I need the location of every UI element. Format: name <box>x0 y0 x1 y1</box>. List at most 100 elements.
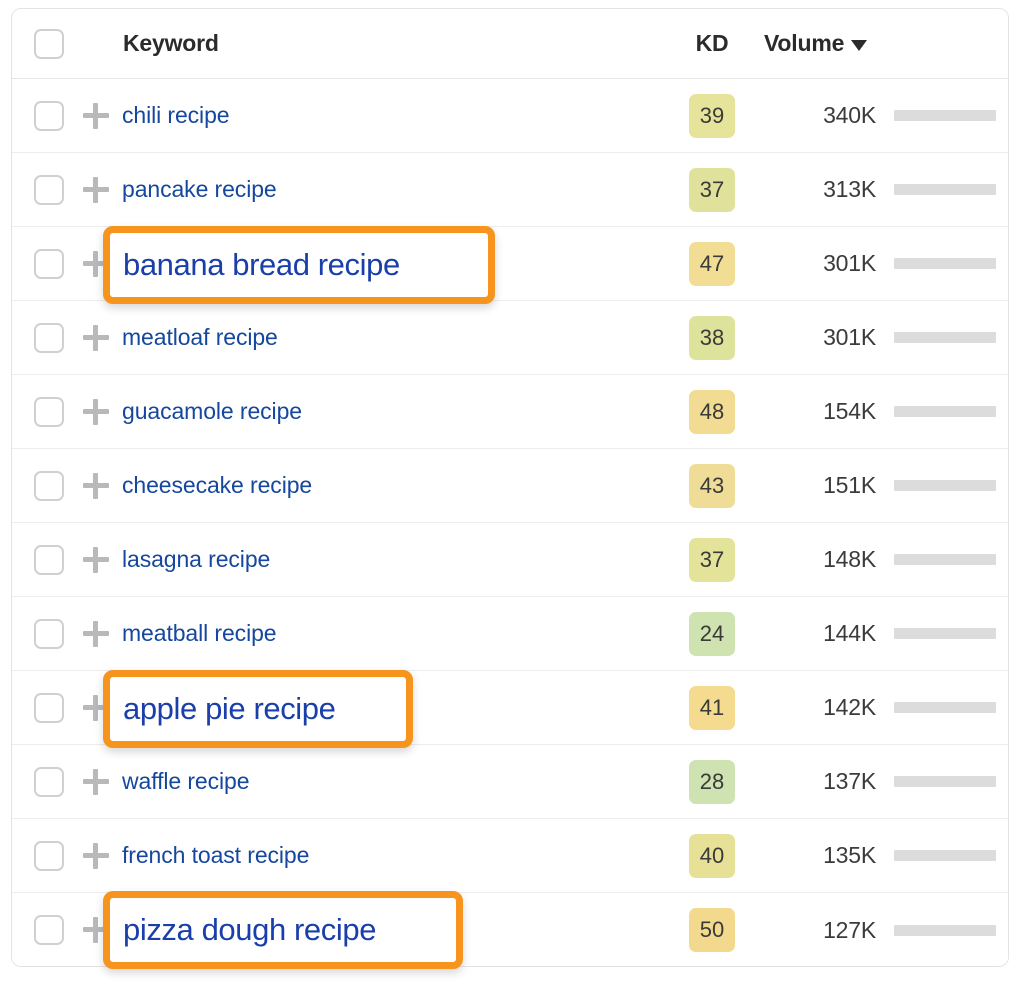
plus-icon[interactable] <box>83 177 109 203</box>
table-row[interactable]: waffle recipe28137K <box>12 745 1008 819</box>
table-row[interactable]: pancake recipe37313K <box>12 153 1008 227</box>
row-select-cell[interactable] <box>12 397 74 427</box>
row-select-cell[interactable] <box>12 175 74 205</box>
kd-badge: 41 <box>689 686 735 730</box>
row-bar-cell <box>890 480 1008 491</box>
row-expand-cell[interactable] <box>74 621 118 647</box>
row-select-cell[interactable] <box>12 693 74 723</box>
plus-icon[interactable] <box>83 769 109 795</box>
keyword-link[interactable]: lasagna recipe <box>122 546 270 572</box>
row-keyword-cell[interactable]: meatball recipe <box>118 620 664 647</box>
row-checkbox[interactable] <box>34 471 64 501</box>
row-expand-cell[interactable] <box>74 399 118 425</box>
volume-value: 151K <box>823 472 876 499</box>
select-all-cell[interactable] <box>12 29 74 59</box>
row-keyword-cell[interactable]: meatloaf recipe <box>118 324 664 351</box>
row-expand-cell[interactable] <box>74 473 118 499</box>
volume-bar-track <box>894 480 996 491</box>
volume-bar-track <box>894 628 996 639</box>
highlight-label: apple pie recipe <box>123 691 335 727</box>
table-row[interactable]: meatball recipe24144K <box>12 597 1008 671</box>
row-bar-cell <box>890 702 1008 713</box>
row-select-cell[interactable] <box>12 545 74 575</box>
row-checkbox[interactable] <box>34 767 64 797</box>
keyword-link[interactable]: meatloaf recipe <box>122 324 278 350</box>
row-expand-cell[interactable] <box>74 103 118 129</box>
row-select-cell[interactable] <box>12 619 74 649</box>
table-row[interactable]: french toast recipe40135K <box>12 819 1008 893</box>
volume-bar-track <box>894 776 996 787</box>
header-volume-cell[interactable]: Volume <box>760 30 890 57</box>
keyword-link[interactable]: meatball recipe <box>122 620 276 646</box>
row-keyword-cell[interactable]: chili recipe <box>118 102 664 129</box>
volume-bar-track <box>894 184 996 195</box>
row-checkbox[interactable] <box>34 619 64 649</box>
keyword-link[interactable]: pancake recipe <box>122 176 277 202</box>
row-keyword-cell[interactable]: waffle recipe <box>118 768 664 795</box>
header-kd-cell[interactable]: KD <box>664 30 760 57</box>
volume-value: 148K <box>823 546 876 573</box>
plus-icon[interactable] <box>83 621 109 647</box>
row-select-cell[interactable] <box>12 767 74 797</box>
row-expand-cell[interactable] <box>74 177 118 203</box>
header-keyword-cell[interactable]: Keyword <box>118 30 664 57</box>
plus-icon[interactable] <box>83 547 109 573</box>
keyword-link[interactable]: chili recipe <box>122 102 229 128</box>
volume-bar-track <box>894 258 996 269</box>
row-keyword-cell[interactable]: pancake recipe <box>118 176 664 203</box>
row-checkbox[interactable] <box>34 249 64 279</box>
row-expand-cell[interactable] <box>74 769 118 795</box>
row-volume-cell: 127K <box>760 917 890 944</box>
row-select-cell[interactable] <box>12 471 74 501</box>
row-checkbox[interactable] <box>34 175 64 205</box>
plus-icon[interactable] <box>83 325 109 351</box>
table-row[interactable]: lasagna recipe 37 148K <box>12 523 1008 597</box>
keyword-link[interactable]: guacamole recipe <box>122 398 302 424</box>
row-volume-cell: 137K <box>760 768 890 795</box>
row-volume-cell: 340K <box>760 102 890 129</box>
table-row[interactable]: chili recipe39340K <box>12 79 1008 153</box>
row-keyword-cell[interactable]: cheesecake recipe <box>118 472 664 499</box>
row-checkbox[interactable] <box>34 545 64 575</box>
row-checkbox[interactable] <box>34 323 64 353</box>
row-select-cell[interactable] <box>12 841 74 871</box>
row-checkbox[interactable] <box>34 397 64 427</box>
row-volume-cell: 301K <box>760 250 890 277</box>
plus-icon[interactable] <box>83 103 109 129</box>
row-select-cell[interactable] <box>12 915 74 945</box>
row-checkbox[interactable] <box>34 101 64 131</box>
row-keyword-cell[interactable]: lasagna recipe <box>118 546 664 573</box>
row-checkbox[interactable] <box>34 693 64 723</box>
plus-icon[interactable] <box>83 843 109 869</box>
plus-icon[interactable] <box>83 473 109 499</box>
row-bar-cell <box>890 925 1008 936</box>
volume-bar-track <box>894 332 996 343</box>
row-select-cell[interactable] <box>12 323 74 353</box>
volume-value: 301K <box>823 250 876 277</box>
row-checkbox[interactable] <box>34 841 64 871</box>
plus-icon[interactable] <box>83 399 109 425</box>
row-select-cell[interactable] <box>12 101 74 131</box>
table-row[interactable]: cheesecake recipe43151K <box>12 449 1008 523</box>
row-volume-cell: 301K <box>760 324 890 351</box>
table-row[interactable]: guacamole recipe48154K <box>12 375 1008 449</box>
row-kd-cell: 37 <box>664 538 760 582</box>
table-row[interactable]: meatloaf recipe38301K <box>12 301 1008 375</box>
row-keyword-cell[interactable]: french toast recipe <box>118 842 664 869</box>
keyword-link[interactable]: waffle recipe <box>122 768 249 794</box>
row-checkbox[interactable] <box>34 915 64 945</box>
kd-badge: 24 <box>689 612 735 656</box>
keyword-link[interactable]: cheesecake recipe <box>122 472 312 498</box>
row-expand-cell[interactable] <box>74 547 118 573</box>
volume-value: 142K <box>823 694 876 721</box>
kd-badge: 50 <box>689 908 735 952</box>
keyword-link[interactable]: french toast recipe <box>122 842 309 868</box>
row-expand-cell[interactable] <box>74 843 118 869</box>
highlight-box: banana bread recipe <box>103 226 495 304</box>
row-select-cell[interactable] <box>12 249 74 279</box>
kd-badge: 37 <box>689 168 735 212</box>
row-expand-cell[interactable] <box>74 325 118 351</box>
row-keyword-cell[interactable]: guacamole recipe <box>118 398 664 425</box>
select-all-checkbox[interactable] <box>34 29 64 59</box>
volume-value: 340K <box>823 102 876 129</box>
